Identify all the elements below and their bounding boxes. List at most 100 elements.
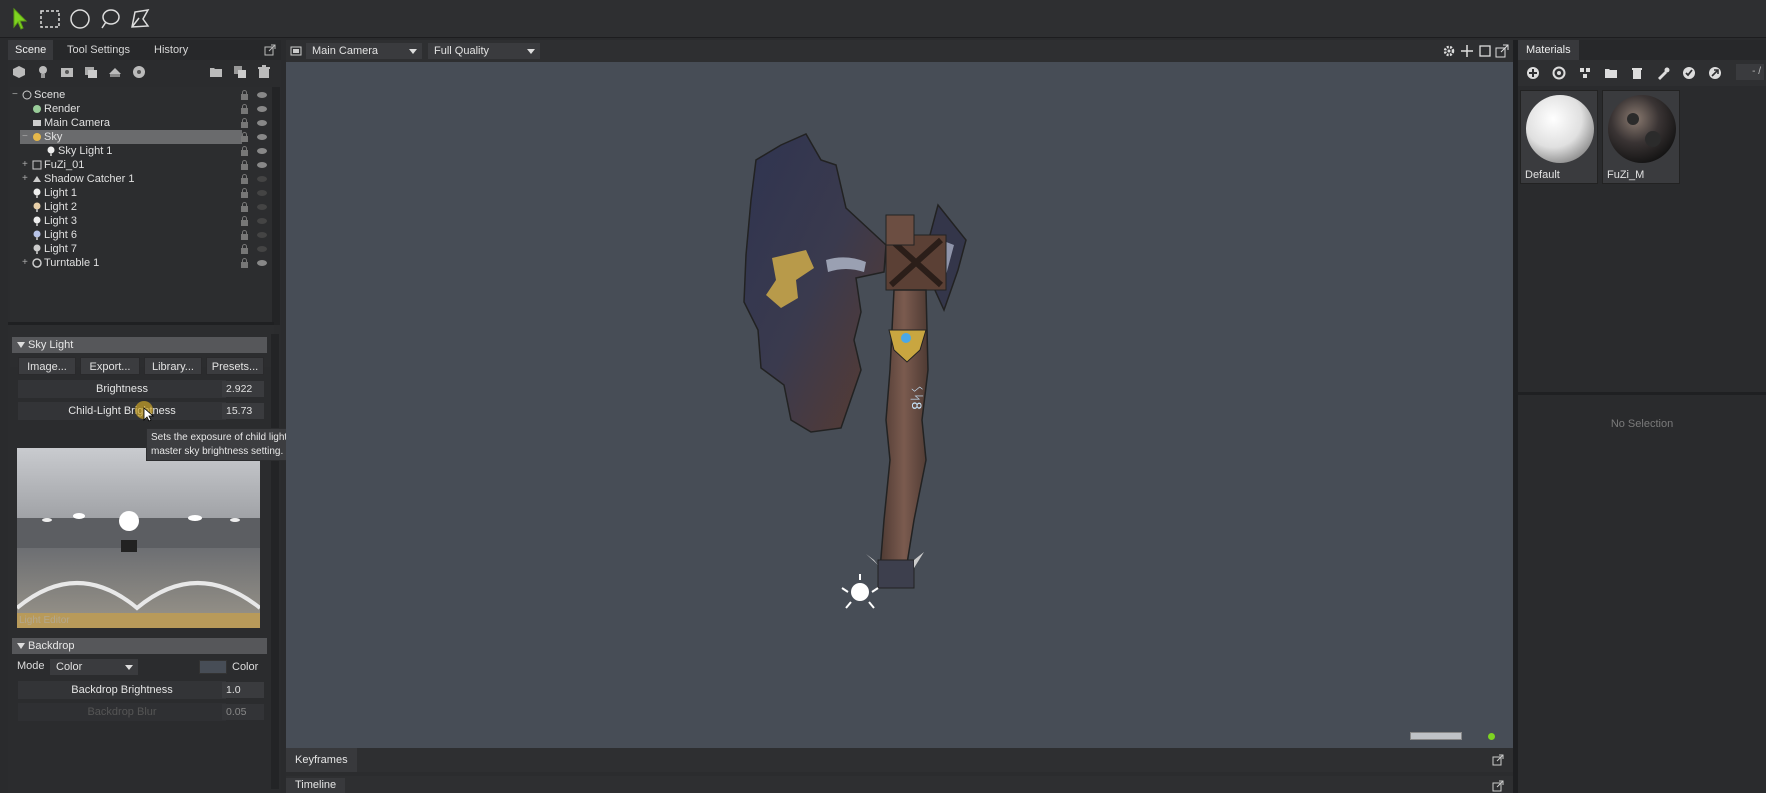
panel-divider[interactable] (8, 322, 274, 325)
viewport-menu-icon[interactable] (290, 45, 302, 57)
lock-icon[interactable] (240, 258, 249, 268)
expand-icon[interactable]: + (22, 160, 30, 170)
duplicate-material-icon[interactable] (1552, 66, 1566, 80)
lock-icon[interactable] (240, 160, 249, 170)
properties-scrollbar[interactable] (271, 334, 279, 789)
apply-material-icon[interactable] (1682, 66, 1696, 80)
mode-dropdown[interactable]: Color (50, 659, 138, 675)
expand-icon[interactable]: + (22, 258, 30, 268)
collapse-triangle-icon[interactable] (17, 342, 25, 348)
lasso-select-icon[interactable] (98, 7, 122, 31)
backdrop-blur-slider[interactable]: Backdrop Blur (18, 703, 226, 721)
expand-icon[interactable]: + (22, 174, 30, 184)
rect-select-icon[interactable] (38, 7, 62, 31)
quality-dropdown[interactable]: Full Quality (428, 43, 540, 59)
eye-icon[interactable] (256, 175, 268, 183)
folder-icon[interactable] (1604, 66, 1618, 80)
tab-timeline[interactable]: Timeline (286, 778, 346, 793)
gear-icon[interactable] (1442, 44, 1456, 58)
eye-icon[interactable] (256, 161, 268, 169)
move-icon[interactable] (1460, 44, 1474, 58)
add-material-icon[interactable] (1526, 66, 1540, 80)
backdrop-brightness-slider[interactable]: Backdrop Brightness (18, 681, 226, 699)
tree-row-main-camera[interactable]: Main Camera (10, 116, 268, 130)
brightness-value[interactable]: 2.922 (222, 381, 264, 397)
backdrop-color-swatch[interactable] (199, 660, 227, 674)
collapse-icon[interactable]: − (12, 90, 20, 100)
folder-icon[interactable] (208, 64, 224, 80)
tree-row-render[interactable]: Render (10, 102, 268, 116)
eye-icon[interactable] (256, 203, 268, 211)
lock-icon[interactable] (240, 174, 249, 184)
lock-icon[interactable] (240, 104, 249, 114)
checker-icon[interactable] (1578, 66, 1592, 80)
backdrop-blur-value[interactable]: 0.05 (222, 704, 264, 720)
lock-icon[interactable] (240, 202, 249, 212)
maximize-icon[interactable] (1478, 44, 1492, 58)
export-button[interactable]: Export... (80, 357, 140, 375)
eye-icon[interactable] (256, 231, 268, 239)
eye-icon[interactable] (256, 259, 268, 267)
add-group-icon[interactable] (83, 64, 99, 80)
popout-icon[interactable] (1492, 780, 1504, 792)
lock-icon[interactable] (240, 132, 249, 142)
lock-icon[interactable] (240, 146, 249, 156)
popout-icon[interactable] (264, 44, 276, 56)
eye-icon[interactable] (256, 105, 268, 113)
select-arrow-icon[interactable] (8, 7, 32, 31)
ellipse-select-icon[interactable] (68, 7, 92, 31)
page-indicator[interactable]: - / (1736, 64, 1764, 80)
panel-splitter[interactable] (1513, 40, 1518, 793)
lock-icon[interactable] (240, 188, 249, 198)
lock-icon[interactable] (240, 230, 249, 240)
add-camera-icon[interactable] (59, 64, 75, 80)
image-button[interactable]: Image... (18, 357, 76, 375)
eyedropper-icon[interactable] (1656, 66, 1670, 80)
tree-row-scene[interactable]: − Scene (10, 88, 268, 102)
duplicate-icon[interactable] (232, 64, 248, 80)
tree-row-light-1[interactable]: Light 1 (10, 186, 268, 200)
add-turntable-icon[interactable] (131, 64, 147, 80)
lock-icon[interactable] (240, 216, 249, 226)
viewport[interactable]: ᛊᛋ8 (286, 40, 1513, 748)
tree-row-light-6[interactable]: Light 6 (10, 228, 268, 242)
camera-dropdown[interactable]: Main Camera (306, 43, 422, 59)
eye-icon[interactable] (256, 245, 268, 253)
tree-row-sky[interactable]: − Sky (10, 130, 268, 144)
tree-scrollbar[interactable] (272, 87, 280, 325)
tab-keyframes[interactable]: Keyframes (286, 748, 357, 772)
trash-icon[interactable] (1630, 66, 1644, 80)
tab-history[interactable]: History (147, 40, 195, 60)
tree-row-light-7[interactable]: Light 7 (10, 242, 268, 256)
tree-row-light-2[interactable]: Light 2 (10, 200, 268, 214)
tab-materials[interactable]: Materials (1518, 40, 1579, 60)
tree-row-sky-light-1[interactable]: Sky Light 1 (10, 144, 268, 158)
child-light-brightness-slider[interactable]: Child-Light Brightness (18, 402, 226, 420)
lock-icon[interactable] (240, 244, 249, 254)
sky-light-header[interactable]: Sky Light (12, 337, 267, 353)
presets-button[interactable]: Presets... (206, 357, 264, 375)
collapse-icon[interactable]: − (22, 132, 30, 142)
panel-divider[interactable] (1518, 392, 1766, 395)
eye-icon[interactable] (256, 133, 268, 141)
sky-hdri-preview[interactable]: Light Editor (17, 448, 260, 628)
popout-icon[interactable] (1492, 754, 1504, 766)
popout-icon[interactable] (1495, 44, 1509, 58)
add-shadow-catcher-icon[interactable] (107, 64, 123, 80)
tab-tool-settings[interactable]: Tool Settings (60, 40, 137, 60)
library-button[interactable]: Library... (144, 357, 202, 375)
eye-icon[interactable] (256, 147, 268, 155)
backdrop-brightness-value[interactable]: 1.0 (222, 682, 264, 698)
tree-row-fuzi[interactable]: + FuZi_01 (10, 158, 268, 172)
tab-scene[interactable]: Scene (8, 40, 54, 60)
eye-icon[interactable] (256, 91, 268, 99)
child-light-brightness-value[interactable]: 15.73 (222, 403, 264, 419)
material-thumb-fuzi-m[interactable]: FuZi_M (1602, 90, 1680, 184)
lock-icon[interactable] (240, 90, 249, 100)
share-material-icon[interactable] (1708, 66, 1722, 80)
eye-icon[interactable] (256, 217, 268, 225)
tree-row-shadow-catcher[interactable]: + Shadow Catcher 1 (10, 172, 268, 186)
collapse-triangle-icon[interactable] (17, 643, 25, 649)
brightness-slider[interactable]: Brightness (18, 380, 226, 398)
backdrop-header[interactable]: Backdrop (12, 638, 267, 654)
